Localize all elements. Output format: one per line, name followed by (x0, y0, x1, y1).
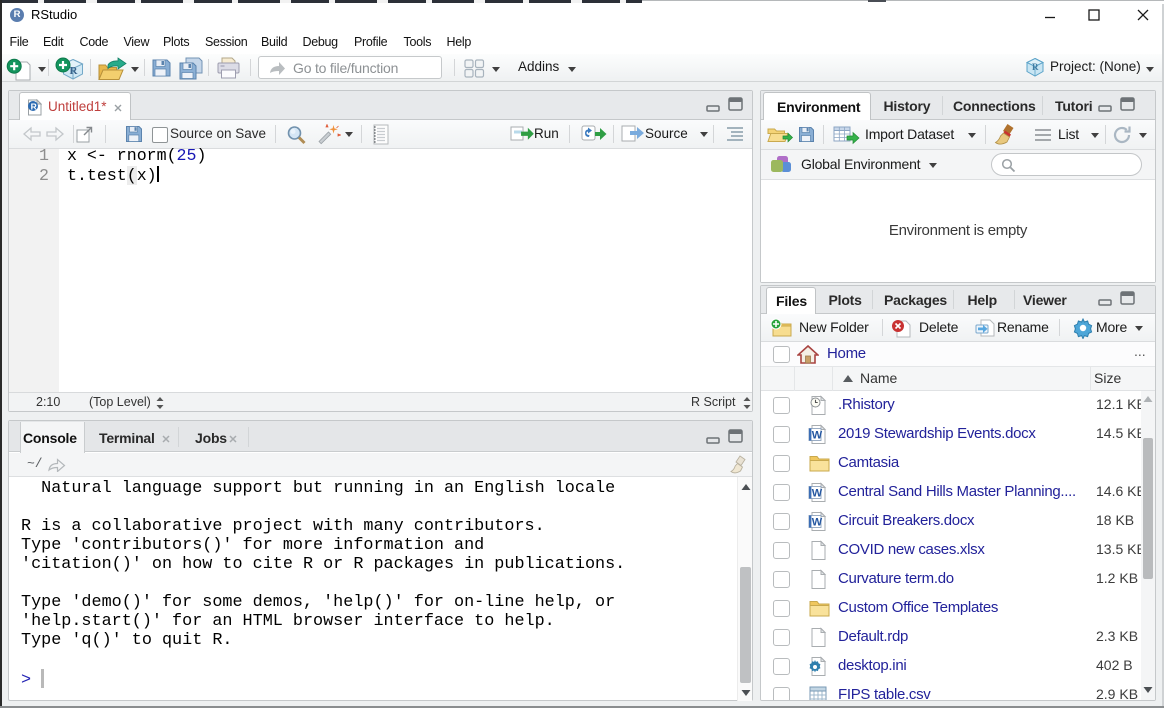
svg-text:R: R (1032, 62, 1039, 72)
svg-text:W: W (812, 430, 823, 442)
svg-text:R: R (70, 65, 79, 77)
svg-text:W: W (812, 488, 823, 500)
svg-text:W: W (812, 517, 823, 529)
svg-text:R: R (31, 101, 37, 111)
